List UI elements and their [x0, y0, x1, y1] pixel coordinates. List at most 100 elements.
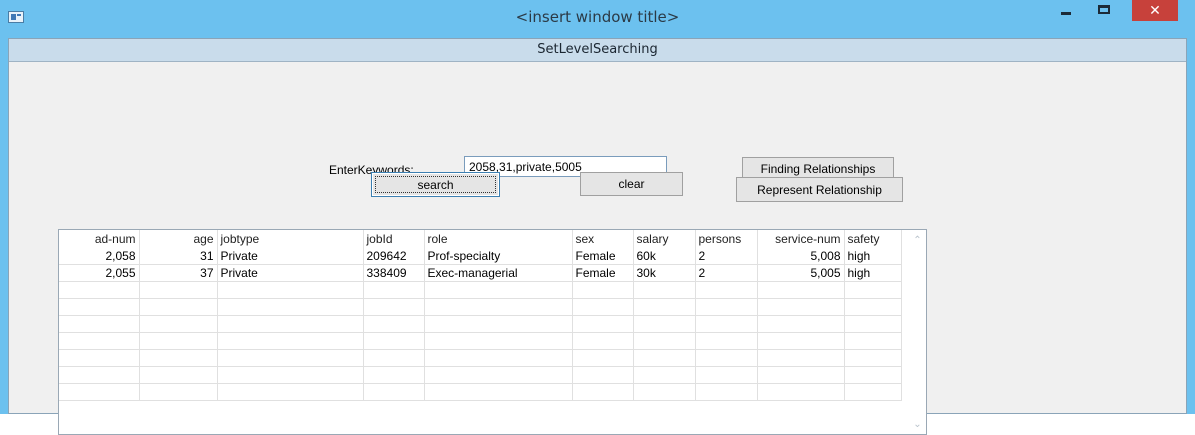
scroll-down-icon[interactable]: ⌄	[909, 416, 926, 432]
column-header[interactable]: persons	[695, 230, 758, 248]
table-cell: 37	[139, 264, 218, 282]
table-cell	[572, 332, 634, 350]
empty-table-row[interactable]	[59, 383, 902, 401]
table-cell: high	[844, 264, 902, 282]
table-row[interactable]: 2,058 31 Private 209642 Prof-specialty Female…	[59, 248, 902, 265]
table-cell	[633, 383, 696, 401]
table-cell	[572, 281, 634, 299]
table-cell: Prof-specialty	[424, 248, 573, 265]
table-cell	[695, 366, 758, 384]
table-cell	[424, 332, 573, 350]
table-row[interactable]: 2,055 37 Private 338409 Exec-managerial Femal…	[59, 264, 902, 282]
maximize-button[interactable]	[1090, 0, 1118, 22]
table-cell	[139, 298, 218, 316]
table-cell	[59, 281, 140, 299]
table-cell	[572, 349, 634, 367]
close-icon: ✕	[1149, 2, 1161, 19]
table-cell: 2	[695, 248, 758, 265]
table-cell	[139, 383, 218, 401]
results-grid[interactable]: ad-num age jobtype jobId role sex salary person…	[58, 229, 927, 435]
table-cell: 2,055	[59, 264, 140, 282]
table-cell	[424, 298, 573, 316]
represent-relationship-button[interactable]: Represent Relationship	[736, 177, 903, 202]
table-cell	[363, 349, 425, 367]
table-cell	[695, 315, 758, 333]
table-cell	[695, 298, 758, 316]
table-cell	[217, 315, 364, 333]
table-cell	[363, 315, 425, 333]
column-header[interactable]: sex	[572, 230, 634, 248]
table-cell	[757, 366, 845, 384]
table-cell	[844, 383, 902, 401]
table-cell	[139, 349, 218, 367]
column-header[interactable]: jobtype	[217, 230, 364, 248]
table-cell: high	[844, 248, 902, 265]
title-bar[interactable]: <insert window title> ✕	[0, 0, 1195, 36]
form-client-area: SetLevelSearching EnterKeywords: Finding…	[8, 38, 1187, 435]
table-cell	[363, 281, 425, 299]
empty-table-row[interactable]	[59, 332, 902, 350]
table-cell	[757, 349, 845, 367]
table-cell	[844, 349, 902, 367]
table-cell	[757, 332, 845, 350]
table-cell	[363, 298, 425, 316]
minimize-button[interactable]	[1052, 0, 1080, 22]
table-cell	[139, 366, 218, 384]
column-header[interactable]: salary	[633, 230, 696, 248]
search-button[interactable]: search	[371, 172, 500, 197]
table-cell	[844, 298, 902, 316]
table-cell: 5,005	[757, 264, 845, 282]
column-header[interactable]: jobId	[363, 230, 425, 248]
empty-table-row[interactable]	[59, 298, 902, 316]
empty-table-row[interactable]	[59, 281, 902, 299]
table-cell	[633, 281, 696, 299]
table-cell	[217, 332, 364, 350]
table-cell	[424, 366, 573, 384]
table-cell	[59, 349, 140, 367]
table-cell: Female	[572, 264, 634, 282]
app-window: <insert window title> ✕ SetLevelSearchin…	[0, 0, 1195, 435]
table-cell: Female	[572, 248, 634, 265]
table-cell: Exec-managerial	[424, 264, 573, 282]
column-header[interactable]: age	[139, 230, 218, 248]
window-title: <insert window title>	[515, 8, 680, 26]
table-cell	[363, 383, 425, 401]
table-cell: 2,058	[59, 248, 140, 265]
table-cell	[217, 349, 364, 367]
table-cell	[59, 332, 140, 350]
search-button-label: search	[417, 177, 454, 192]
table-cell: Private	[217, 248, 364, 265]
empty-table-row[interactable]	[59, 315, 902, 333]
empty-table-row[interactable]	[59, 366, 902, 384]
table-cell	[424, 383, 573, 401]
table-cell	[757, 281, 845, 299]
column-header[interactable]: ad-num	[59, 230, 140, 248]
table-cell	[59, 315, 140, 333]
column-header[interactable]: service-num	[757, 230, 845, 248]
table-cell: 30k	[633, 264, 696, 282]
table-cell	[757, 383, 845, 401]
table-cell	[695, 383, 758, 401]
table-cell	[844, 315, 902, 333]
table-cell	[59, 298, 140, 316]
table-cell	[217, 281, 364, 299]
header-row: ad-num age jobtype jobId role sex salary person…	[59, 230, 902, 248]
table-cell: 60k	[633, 248, 696, 265]
table-cell	[844, 366, 902, 384]
table-cell	[572, 366, 634, 384]
table-cell	[217, 298, 364, 316]
scroll-up-icon[interactable]: ⌃	[909, 232, 926, 248]
vertical-scrollbar[interactable]: ⌃ ⌄	[909, 230, 926, 434]
table-cell: 5,008	[757, 248, 845, 265]
column-header[interactable]: safety	[844, 230, 902, 248]
table-cell	[572, 315, 634, 333]
table-cell	[363, 366, 425, 384]
close-button[interactable]: ✕	[1132, 0, 1178, 21]
empty-table-row[interactable]	[59, 349, 902, 367]
clear-button[interactable]: clear	[580, 172, 683, 196]
table-cell: 31	[139, 248, 218, 265]
table-cell	[217, 366, 364, 384]
column-header[interactable]: role	[424, 230, 573, 248]
form-header: SetLevelSearching	[9, 39, 1186, 62]
table-cell	[572, 383, 634, 401]
